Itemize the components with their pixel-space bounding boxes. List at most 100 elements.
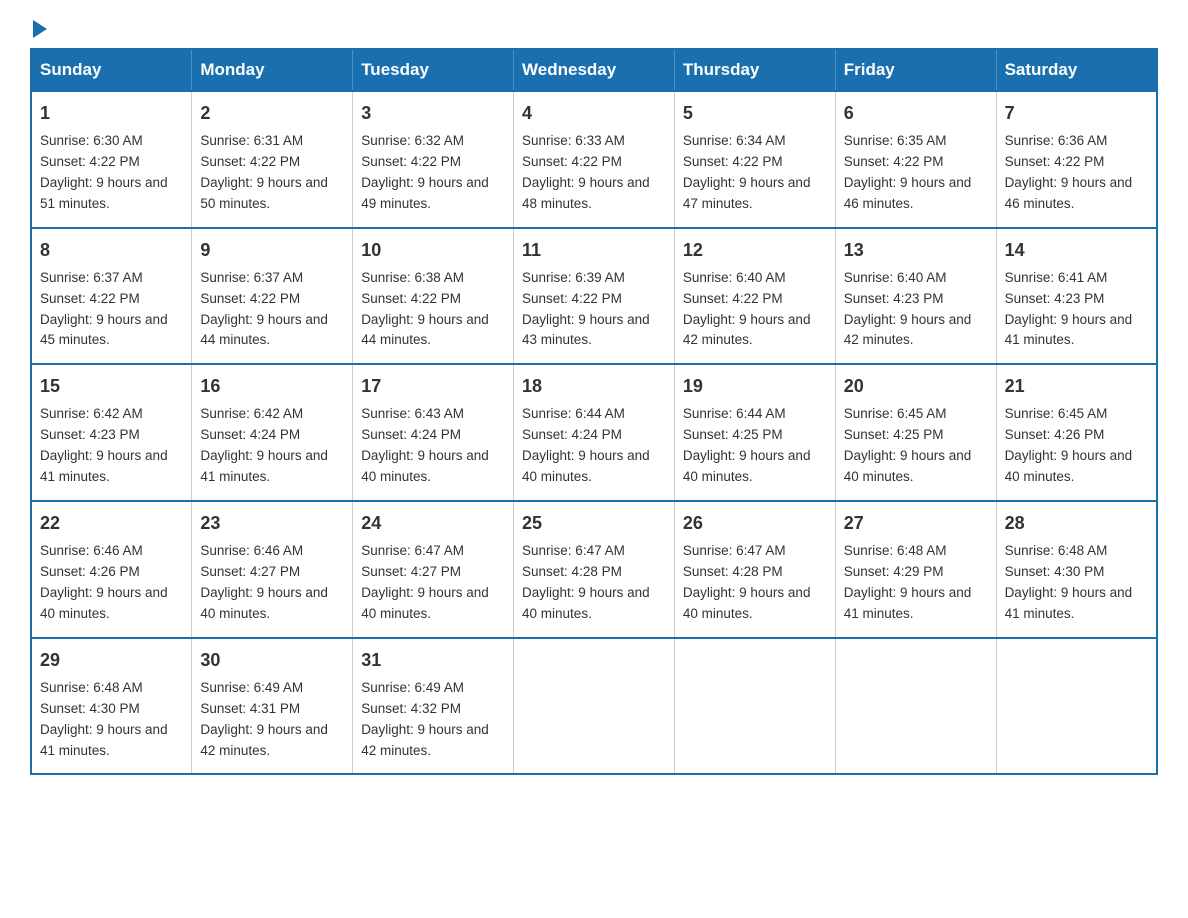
day-info: Sunrise: 6:31 AMSunset: 4:22 PMDaylight:… [200, 133, 328, 211]
calendar-cell [514, 638, 675, 775]
day-info: Sunrise: 6:46 AMSunset: 4:27 PMDaylight:… [200, 543, 328, 621]
weekday-header-friday: Friday [835, 49, 996, 91]
day-number: 27 [844, 510, 988, 537]
day-info: Sunrise: 6:48 AMSunset: 4:30 PMDaylight:… [1005, 543, 1133, 621]
calendar-cell: 1 Sunrise: 6:30 AMSunset: 4:22 PMDayligh… [31, 91, 192, 228]
calendar-cell: 7 Sunrise: 6:36 AMSunset: 4:22 PMDayligh… [996, 91, 1157, 228]
logo-arrow-icon [33, 20, 47, 38]
calendar-cell: 13 Sunrise: 6:40 AMSunset: 4:23 PMDaylig… [835, 228, 996, 365]
calendar-cell [996, 638, 1157, 775]
weekday-header-wednesday: Wednesday [514, 49, 675, 91]
calendar-cell: 29 Sunrise: 6:48 AMSunset: 4:30 PMDaylig… [31, 638, 192, 775]
weekday-header-sunday: Sunday [31, 49, 192, 91]
calendar-cell: 4 Sunrise: 6:33 AMSunset: 4:22 PMDayligh… [514, 91, 675, 228]
day-info: Sunrise: 6:39 AMSunset: 4:22 PMDaylight:… [522, 270, 650, 348]
day-info: Sunrise: 6:38 AMSunset: 4:22 PMDaylight:… [361, 270, 489, 348]
day-number: 31 [361, 647, 505, 674]
week-row-1: 1 Sunrise: 6:30 AMSunset: 4:22 PMDayligh… [31, 91, 1157, 228]
day-number: 26 [683, 510, 827, 537]
calendar-table: SundayMondayTuesdayWednesdayThursdayFrid… [30, 48, 1158, 775]
day-info: Sunrise: 6:36 AMSunset: 4:22 PMDaylight:… [1005, 133, 1133, 211]
calendar-cell: 8 Sunrise: 6:37 AMSunset: 4:22 PMDayligh… [31, 228, 192, 365]
logo [30, 20, 47, 38]
day-number: 12 [683, 237, 827, 264]
day-info: Sunrise: 6:40 AMSunset: 4:22 PMDaylight:… [683, 270, 811, 348]
weekday-header-row: SundayMondayTuesdayWednesdayThursdayFrid… [31, 49, 1157, 91]
day-number: 28 [1005, 510, 1148, 537]
day-number: 24 [361, 510, 505, 537]
day-info: Sunrise: 6:49 AMSunset: 4:31 PMDaylight:… [200, 680, 328, 758]
day-info: Sunrise: 6:30 AMSunset: 4:22 PMDaylight:… [40, 133, 168, 211]
day-number: 4 [522, 100, 666, 127]
day-number: 11 [522, 237, 666, 264]
calendar-cell: 24 Sunrise: 6:47 AMSunset: 4:27 PMDaylig… [353, 501, 514, 638]
day-info: Sunrise: 6:32 AMSunset: 4:22 PMDaylight:… [361, 133, 489, 211]
calendar-cell: 9 Sunrise: 6:37 AMSunset: 4:22 PMDayligh… [192, 228, 353, 365]
calendar-cell: 17 Sunrise: 6:43 AMSunset: 4:24 PMDaylig… [353, 364, 514, 501]
day-number: 14 [1005, 237, 1148, 264]
calendar-cell: 26 Sunrise: 6:47 AMSunset: 4:28 PMDaylig… [674, 501, 835, 638]
day-number: 5 [683, 100, 827, 127]
day-number: 15 [40, 373, 183, 400]
calendar-cell: 21 Sunrise: 6:45 AMSunset: 4:26 PMDaylig… [996, 364, 1157, 501]
week-row-5: 29 Sunrise: 6:48 AMSunset: 4:30 PMDaylig… [31, 638, 1157, 775]
day-info: Sunrise: 6:48 AMSunset: 4:30 PMDaylight:… [40, 680, 168, 758]
calendar-cell: 22 Sunrise: 6:46 AMSunset: 4:26 PMDaylig… [31, 501, 192, 638]
day-info: Sunrise: 6:47 AMSunset: 4:28 PMDaylight:… [522, 543, 650, 621]
day-info: Sunrise: 6:44 AMSunset: 4:24 PMDaylight:… [522, 406, 650, 484]
weekday-header-monday: Monday [192, 49, 353, 91]
day-number: 6 [844, 100, 988, 127]
day-info: Sunrise: 6:43 AMSunset: 4:24 PMDaylight:… [361, 406, 489, 484]
day-number: 2 [200, 100, 344, 127]
day-number: 19 [683, 373, 827, 400]
calendar-cell: 20 Sunrise: 6:45 AMSunset: 4:25 PMDaylig… [835, 364, 996, 501]
day-number: 22 [40, 510, 183, 537]
week-row-3: 15 Sunrise: 6:42 AMSunset: 4:23 PMDaylig… [31, 364, 1157, 501]
day-number: 18 [522, 373, 666, 400]
page-header [30, 20, 1158, 38]
calendar-cell: 3 Sunrise: 6:32 AMSunset: 4:22 PMDayligh… [353, 91, 514, 228]
day-info: Sunrise: 6:48 AMSunset: 4:29 PMDaylight:… [844, 543, 972, 621]
calendar-cell: 14 Sunrise: 6:41 AMSunset: 4:23 PMDaylig… [996, 228, 1157, 365]
calendar-cell: 6 Sunrise: 6:35 AMSunset: 4:22 PMDayligh… [835, 91, 996, 228]
calendar-cell [674, 638, 835, 775]
calendar-cell: 25 Sunrise: 6:47 AMSunset: 4:28 PMDaylig… [514, 501, 675, 638]
day-info: Sunrise: 6:41 AMSunset: 4:23 PMDaylight:… [1005, 270, 1133, 348]
day-number: 8 [40, 237, 183, 264]
calendar-cell: 12 Sunrise: 6:40 AMSunset: 4:22 PMDaylig… [674, 228, 835, 365]
day-info: Sunrise: 6:42 AMSunset: 4:23 PMDaylight:… [40, 406, 168, 484]
calendar-cell: 18 Sunrise: 6:44 AMSunset: 4:24 PMDaylig… [514, 364, 675, 501]
calendar-cell: 10 Sunrise: 6:38 AMSunset: 4:22 PMDaylig… [353, 228, 514, 365]
day-info: Sunrise: 6:47 AMSunset: 4:27 PMDaylight:… [361, 543, 489, 621]
day-number: 9 [200, 237, 344, 264]
calendar-cell: 5 Sunrise: 6:34 AMSunset: 4:22 PMDayligh… [674, 91, 835, 228]
calendar-cell: 30 Sunrise: 6:49 AMSunset: 4:31 PMDaylig… [192, 638, 353, 775]
calendar-cell: 31 Sunrise: 6:49 AMSunset: 4:32 PMDaylig… [353, 638, 514, 775]
day-info: Sunrise: 6:34 AMSunset: 4:22 PMDaylight:… [683, 133, 811, 211]
calendar-cell: 15 Sunrise: 6:42 AMSunset: 4:23 PMDaylig… [31, 364, 192, 501]
day-number: 7 [1005, 100, 1148, 127]
calendar-cell: 11 Sunrise: 6:39 AMSunset: 4:22 PMDaylig… [514, 228, 675, 365]
calendar-cell: 19 Sunrise: 6:44 AMSunset: 4:25 PMDaylig… [674, 364, 835, 501]
day-info: Sunrise: 6:46 AMSunset: 4:26 PMDaylight:… [40, 543, 168, 621]
day-number: 25 [522, 510, 666, 537]
day-number: 29 [40, 647, 183, 674]
day-info: Sunrise: 6:45 AMSunset: 4:26 PMDaylight:… [1005, 406, 1133, 484]
day-number: 3 [361, 100, 505, 127]
weekday-header-saturday: Saturday [996, 49, 1157, 91]
calendar-cell: 27 Sunrise: 6:48 AMSunset: 4:29 PMDaylig… [835, 501, 996, 638]
day-number: 10 [361, 237, 505, 264]
day-info: Sunrise: 6:47 AMSunset: 4:28 PMDaylight:… [683, 543, 811, 621]
day-number: 1 [40, 100, 183, 127]
day-number: 30 [200, 647, 344, 674]
calendar-cell: 16 Sunrise: 6:42 AMSunset: 4:24 PMDaylig… [192, 364, 353, 501]
week-row-2: 8 Sunrise: 6:37 AMSunset: 4:22 PMDayligh… [31, 228, 1157, 365]
day-info: Sunrise: 6:40 AMSunset: 4:23 PMDaylight:… [844, 270, 972, 348]
calendar-cell: 28 Sunrise: 6:48 AMSunset: 4:30 PMDaylig… [996, 501, 1157, 638]
calendar-cell: 2 Sunrise: 6:31 AMSunset: 4:22 PMDayligh… [192, 91, 353, 228]
weekday-header-thursday: Thursday [674, 49, 835, 91]
day-info: Sunrise: 6:44 AMSunset: 4:25 PMDaylight:… [683, 406, 811, 484]
calendar-cell [835, 638, 996, 775]
day-number: 21 [1005, 373, 1148, 400]
weekday-header-tuesday: Tuesday [353, 49, 514, 91]
